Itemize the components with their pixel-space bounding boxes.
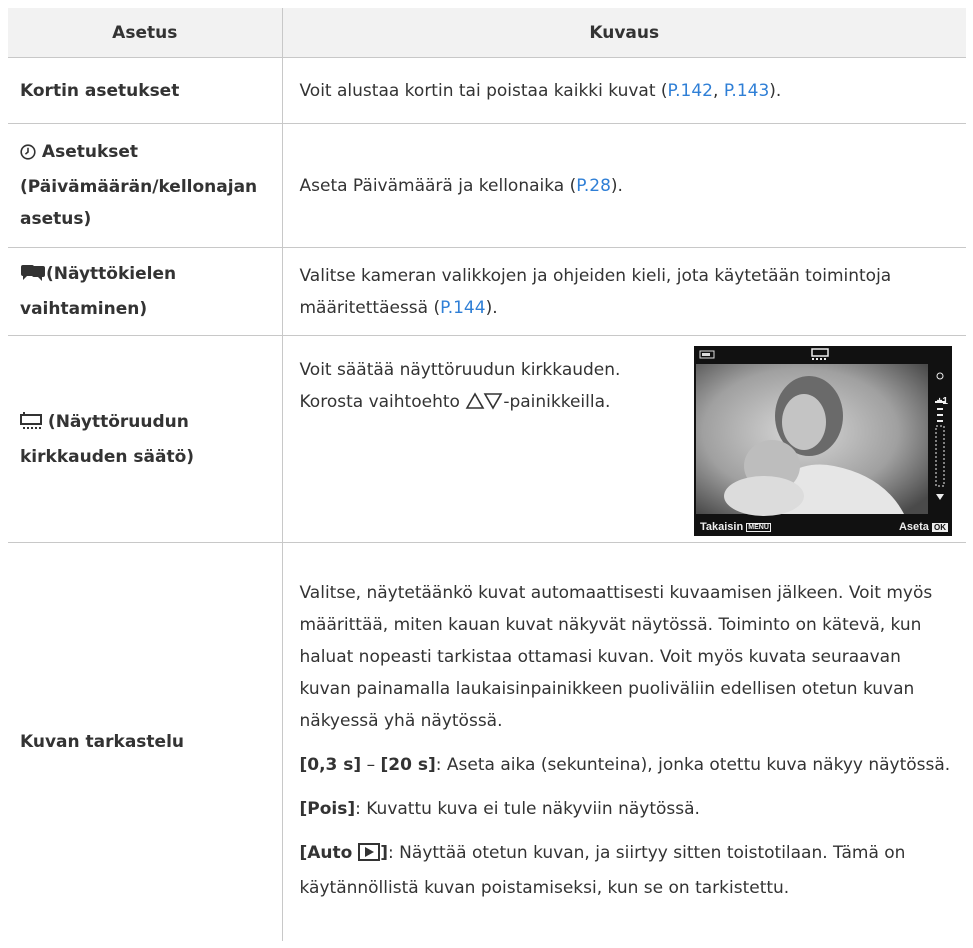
table-header-row: Asetus Kuvaus bbox=[8, 8, 966, 58]
separator-text: , bbox=[713, 80, 724, 101]
option-description: : Näyttää otetun kuvan, ja siirtyy sitte… bbox=[299, 843, 906, 899]
description-paragraph: [0,3 s] – [20 s]: Aseta aika (sekunteina… bbox=[300, 749, 953, 781]
description-text: -painikkeilla. bbox=[503, 392, 611, 412]
setting-image-review: Kuvan tarkastelu bbox=[8, 542, 283, 941]
setting-label: (Näyttöruudun kirkkauden säätö) bbox=[20, 411, 195, 467]
menu-key-icon: MENU bbox=[746, 523, 771, 532]
table-row: (Näyttökielen vaihtaminen) Valitse kamer… bbox=[8, 247, 966, 336]
back-text: Takaisin bbox=[700, 521, 744, 533]
page-link-143[interactable]: P.143 bbox=[724, 81, 769, 101]
table-row: Kortin asetukset Voit alustaa kortin tai… bbox=[8, 57, 966, 124]
option-label: [Auto bbox=[299, 843, 359, 864]
option-label: [0,3 s] bbox=[299, 755, 362, 776]
description-paragraph: [Pois]: Kuvattu kuva ei tule näkyviin nä… bbox=[300, 793, 953, 825]
option-label-end: ] bbox=[380, 843, 389, 864]
clock-icon bbox=[20, 139, 36, 171]
settings-table: Asetus Kuvaus Kortin asetukset Voit alus… bbox=[8, 8, 966, 941]
description-text-end: ). bbox=[610, 175, 623, 196]
description-language: Valitse kameran valikkojen ja ohjeiden k… bbox=[282, 247, 966, 336]
option-description: : Aseta aika (sekunteina), jonka otettu … bbox=[435, 755, 951, 776]
setting-date-time: Asetukset (Päivämäärän/kellonajan asetus… bbox=[8, 123, 283, 248]
description-text: Korosta vaihtoehto bbox=[299, 392, 460, 412]
description-image-review: Valitse, näytetäänkö kuvat automaattises… bbox=[282, 542, 966, 941]
monitor-brightness-icon bbox=[20, 409, 42, 441]
description-monitor-brightness: Voit säätää näyttöruudun kirkkauden. Kor… bbox=[282, 335, 966, 543]
description-date-time: Aseta Päivämäärä ja kellonaika (P.28). bbox=[282, 123, 966, 248]
screen-back-label: Takaisin MENU bbox=[700, 521, 771, 533]
speech-bubbles-icon bbox=[20, 261, 46, 293]
description-line: Korosta vaihtoehto -painikkeilla. bbox=[300, 386, 621, 421]
play-button-icon bbox=[358, 840, 381, 872]
column-header-setting: Asetus bbox=[8, 8, 283, 58]
description-paragraph: [Auto ]: Näyttää otetun kuvan, ja siirty… bbox=[300, 837, 953, 904]
page-link-144[interactable]: P.144 bbox=[440, 298, 485, 318]
table-row: Kuvan tarkastelu Valitse, näytetäänkö ku… bbox=[8, 542, 966, 941]
description-paragraph: Valitse, näytetäänkö kuvat automaattises… bbox=[299, 583, 933, 732]
setting-sublabel: (Päivämäärän/kellonajan asetus) bbox=[20, 177, 258, 229]
screen-set-label: Aseta OK bbox=[899, 521, 948, 533]
description-text: Valitse kameran valikkojen ja ohjeiden k… bbox=[299, 265, 892, 318]
setting-label: Asetukset bbox=[41, 142, 139, 162]
camera-screen-preview: +1 Takaisin MENU Aseta OK bbox=[694, 346, 952, 536]
screen-level-value: +1 bbox=[936, 396, 948, 407]
description-text-end: ). bbox=[485, 297, 498, 318]
ok-key-icon: OK bbox=[932, 523, 948, 532]
dash-text: – bbox=[361, 755, 381, 776]
page-link-142[interactable]: P.142 bbox=[668, 81, 713, 101]
up-down-arrows-icon bbox=[465, 389, 503, 421]
description-card-settings: Voit alustaa kortin tai poistaa kaikki k… bbox=[282, 57, 966, 124]
set-text: Aseta bbox=[898, 521, 929, 533]
option-label: [Pois] bbox=[299, 799, 356, 820]
setting-card-settings: Kortin asetukset bbox=[8, 57, 283, 124]
table-row: Asetukset (Päivämäärän/kellonajan asetus… bbox=[8, 123, 966, 248]
option-label: [20 s] bbox=[380, 755, 436, 776]
description-text-end: ). bbox=[769, 80, 782, 101]
column-header-description: Kuvaus bbox=[282, 8, 966, 58]
option-description: : Kuvattu kuva ei tule näkyviin näytössä… bbox=[355, 799, 700, 820]
description-text: Aseta Päivämäärä ja kellonaika ( bbox=[299, 175, 577, 196]
setting-language: (Näyttökielen vaihtaminen) bbox=[8, 247, 283, 336]
description-text: Voit alustaa kortin tai poistaa kaikki k… bbox=[299, 80, 668, 101]
description-line: Voit säätää näyttöruudun kirkkauden. bbox=[299, 360, 621, 380]
page-link-28[interactable]: P.28 bbox=[576, 176, 611, 196]
setting-monitor-brightness: (Näyttöruudun kirkkauden säätö) bbox=[8, 335, 283, 543]
table-row: (Näyttöruudun kirkkauden säätö) Voit sää… bbox=[8, 335, 966, 543]
